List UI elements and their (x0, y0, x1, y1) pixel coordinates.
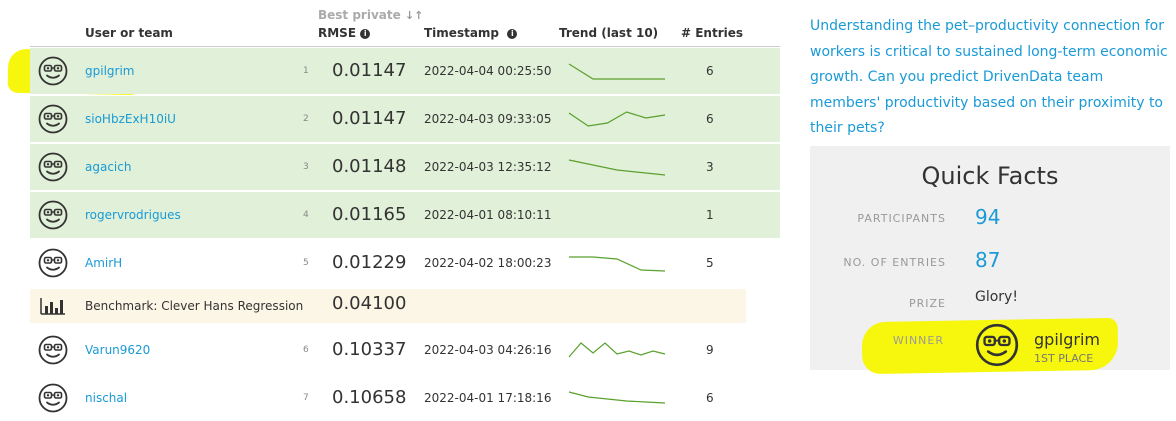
smiley-glasses-icon[interactable] (38, 152, 68, 182)
timestamp: 2022-04-01 17:18:16 (424, 391, 552, 405)
trend-line (568, 111, 666, 127)
entries-count: 87 (975, 248, 1001, 272)
entries-count: 5 (706, 256, 714, 270)
rank: 7 (303, 393, 309, 403)
header-timestamp-label: Timestamp (424, 26, 500, 40)
smiley-glasses-icon[interactable] (38, 56, 68, 86)
header-best-private-label: Best private (318, 8, 401, 22)
score: 0.01165 (332, 204, 407, 225)
trend-line (569, 256, 666, 272)
trend-sparkline (568, 111, 666, 127)
leaderboard-header: User or team Best private ↓↑ RMSE i Time… (30, 0, 780, 47)
rank: 3 (303, 162, 309, 172)
benchmark-name: Benchmark: Clever Hans Regression (85, 299, 304, 313)
smiley-glasses-icon[interactable] (38, 383, 68, 413)
competition-description: Understanding the pet–productivity conne… (810, 18, 1168, 136)
table-row: Varun9620 6 0.10337 2022-04-03 04:26:16 9 (30, 327, 780, 373)
rank: 6 (303, 345, 309, 355)
user-link[interactable]: AmirH (85, 256, 122, 270)
winner-name[interactable]: gpilgrim (1034, 330, 1100, 349)
table-row: AmirH 5 0.01229 2022-04-02 18:00:23 5 (30, 240, 780, 286)
info-icon[interactable]: i (507, 28, 518, 39)
trend-sparkline (568, 159, 666, 176)
trend-line (568, 342, 666, 358)
smiley-glasses-icon[interactable] (975, 323, 1019, 367)
trend-line (568, 63, 665, 80)
table-row: nischal 7 0.10658 2022-04-01 17:18:16 6 (30, 375, 780, 421)
rank: 5 (303, 258, 309, 268)
bar-chart-icon (40, 298, 65, 315)
table-row: rogervrodrigues 4 0.01165 2022-04-01 08:10:… (30, 192, 780, 238)
timestamp: 2022-04-03 12:35:12 (424, 160, 552, 174)
header-entries: # Entries (681, 26, 744, 40)
trend-line (568, 159, 666, 176)
user-link[interactable]: sioHbzExH10iU (85, 112, 176, 126)
entries-label: NO. OF ENTRIES (843, 256, 946, 269)
smiley-glasses-icon[interactable] (38, 200, 68, 230)
trend-sparkline (568, 342, 666, 358)
sort-icon[interactable]: ↓↑ (405, 9, 423, 22)
winner-label: WINNER (892, 334, 944, 347)
user-link[interactable]: agacich (85, 160, 131, 174)
score: 0.10337 (332, 339, 407, 360)
score: 0.10658 (332, 387, 407, 408)
timestamp: 2022-04-02 18:00:23 (424, 256, 552, 270)
entries-count: 6 (706, 112, 714, 126)
entries-count: 3 (706, 160, 714, 174)
rank: 4 (303, 210, 309, 220)
score: 0.01147 (332, 108, 407, 129)
trend-sparkline (568, 391, 666, 404)
trend-sparkline (568, 204, 666, 228)
rank: 1 (303, 66, 309, 76)
entries-count: 6 (706, 64, 714, 78)
user-link[interactable]: rogervrodrigues (85, 208, 181, 222)
score: 0.01148 (332, 156, 407, 177)
entries-count: 9 (706, 343, 714, 357)
quick-facts-title: Quick Facts (921, 162, 1059, 190)
entries-count: 1 (706, 208, 714, 222)
header-trend: Trend (last 10) (559, 26, 659, 40)
benchmark-score: 0.04100 (332, 293, 407, 314)
table-row: gpilgrim 1 0.01147 2022-04-04 00:25:50 6 (30, 48, 780, 94)
score: 0.01147 (332, 60, 407, 81)
prize-label: PRIZE (908, 297, 946, 310)
user-link[interactable]: nischal (85, 391, 127, 405)
participants-count: 94 (975, 205, 1001, 229)
rank: 2 (303, 114, 309, 124)
table-row: agacich 3 0.01148 2022-04-03 12:35:12 3 (30, 144, 780, 190)
smiley-glasses-icon[interactable] (38, 335, 68, 365)
user-link[interactable]: Varun9620 (85, 343, 150, 357)
winner-place: 1ST PLACE (1034, 352, 1094, 365)
entries-count: 6 (706, 391, 714, 405)
header-user[interactable]: User or team (85, 26, 173, 40)
timestamp: 2022-04-03 04:26:16 (424, 343, 552, 357)
header-timestamp[interactable]: Timestamp i (424, 26, 518, 40)
trend-sparkline (568, 63, 665, 80)
timestamp: 2022-04-03 09:33:05 (424, 112, 552, 126)
header-metric-label: RMSE (318, 26, 357, 40)
trend-sparkline (569, 256, 666, 272)
score: 0.01229 (332, 252, 407, 273)
header-metric[interactable]: RMSE i (318, 26, 371, 40)
timestamp: 2022-04-04 00:25:50 (424, 64, 552, 78)
header-best-private[interactable]: Best private ↓↑ (318, 8, 423, 22)
benchmark-row: Benchmark: Clever Hans Regression 0.04100 (30, 289, 746, 323)
info-icon[interactable]: i (360, 28, 371, 39)
smiley-glasses-icon[interactable] (38, 104, 68, 134)
prize-value: Glory! (975, 289, 1018, 305)
participants-label: PARTICIPANTS (857, 212, 946, 225)
table-row: sioHbzExH10iU 2 0.01147 2022-04-03 09:33:05… (30, 96, 780, 142)
trend-line (568, 391, 666, 404)
smiley-glasses-icon[interactable] (38, 248, 68, 278)
user-link[interactable]: gpilgrim (85, 64, 134, 78)
timestamp: 2022-04-01 08:10:11 (424, 208, 552, 222)
